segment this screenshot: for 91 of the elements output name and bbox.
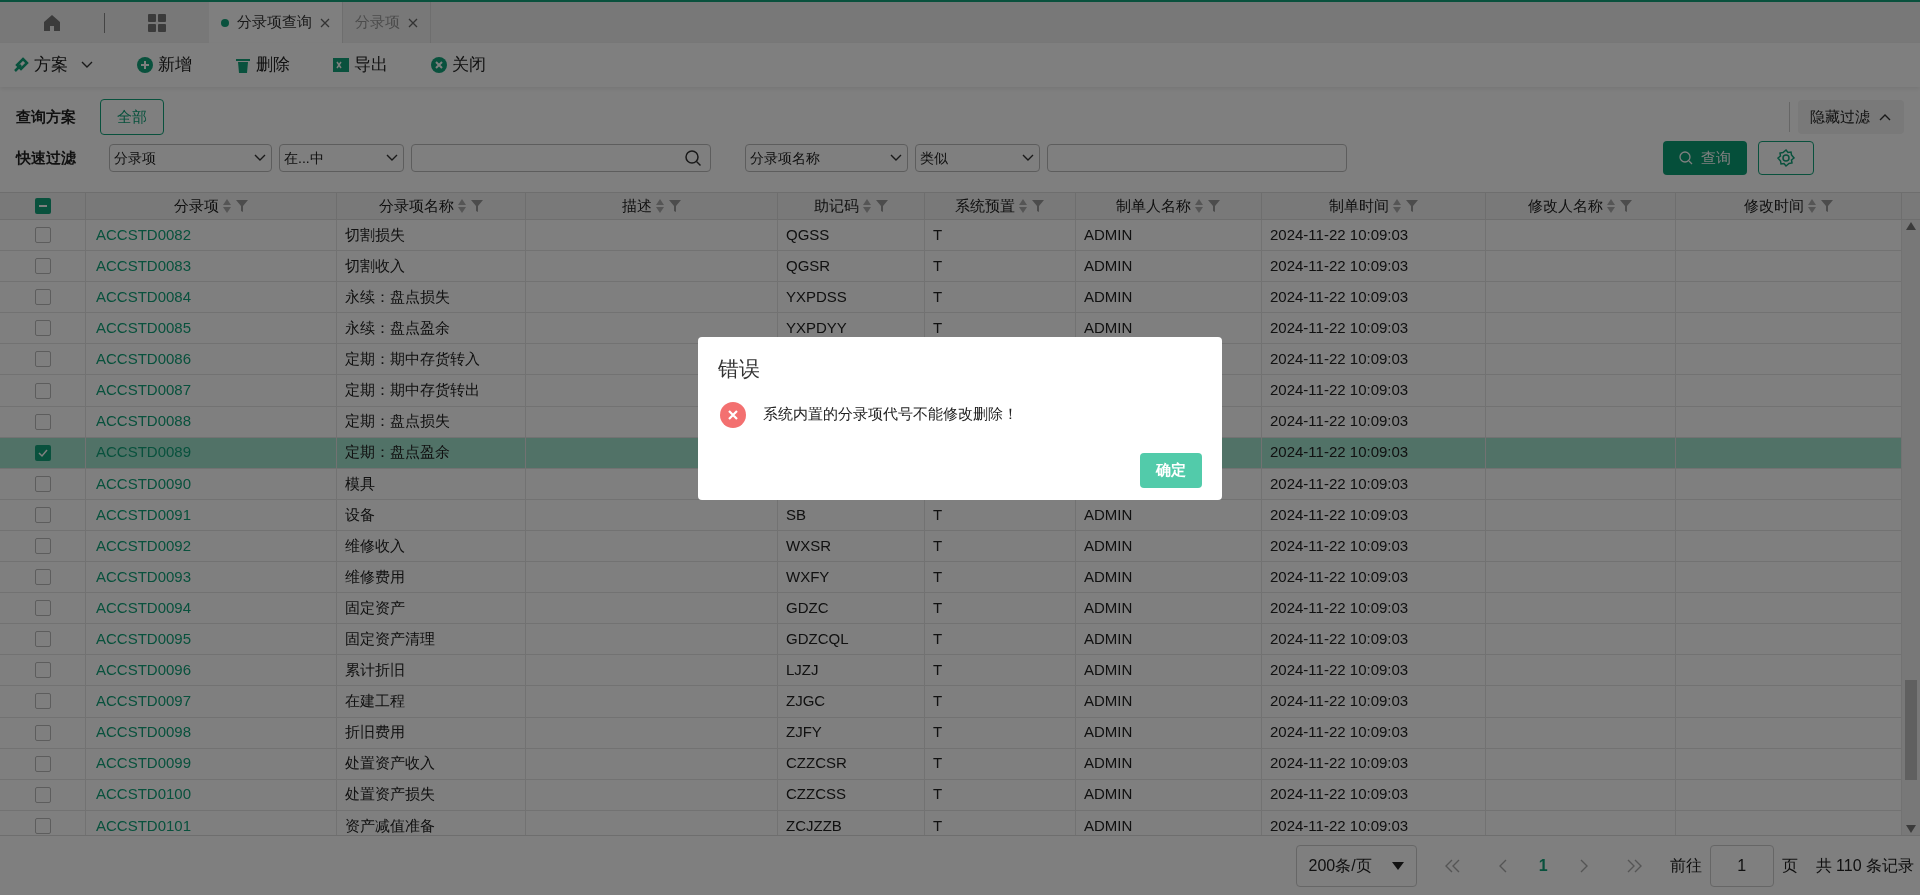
table-cell-text: 切割损失 bbox=[345, 224, 405, 245]
table-cell-text: 2024-11-22 10:09:03 bbox=[1270, 287, 1409, 307]
table-cell-text: CZZCSS bbox=[786, 784, 846, 805]
table-cell-text: 2024-11-22 10:09:03 bbox=[1270, 753, 1409, 774]
table-cell-text: 2024-11-22 10:09:03 bbox=[1270, 318, 1409, 339]
table-cell-text: T bbox=[933, 566, 943, 587]
table-cell-text: QGSR bbox=[786, 255, 831, 276]
table-cell-text: 2024-11-22 10:09:03 bbox=[1270, 722, 1409, 743]
table-cell-text: 处置资产收入 bbox=[345, 753, 435, 774]
table-cell-text: WXSR bbox=[786, 535, 831, 556]
table-cell-text: 定期：盘点盈余 bbox=[345, 442, 450, 463]
table-cell-text: YXPDSS bbox=[786, 287, 847, 307]
table-cell-text: ZCJZZB bbox=[786, 815, 842, 835]
table-cell-text: ADMIN bbox=[1084, 318, 1133, 339]
table-cell-text: 定期：期中存货转入 bbox=[345, 349, 480, 370]
table-cell-text: ZJGC bbox=[786, 691, 826, 712]
table-cell-text: ADMIN bbox=[1084, 255, 1133, 276]
table-cell-text: ADMIN bbox=[1084, 535, 1133, 556]
table-cell-text: CZZCSR bbox=[786, 753, 847, 774]
table-cell-text: ADMIN bbox=[1084, 815, 1133, 835]
table-cell-text: 2024-11-22 10:09:03 bbox=[1270, 224, 1409, 245]
table-cell-text: 2024-11-22 10:09:03 bbox=[1270, 473, 1409, 494]
table-cell-text: 设备 bbox=[345, 504, 375, 525]
table-cell-text: T bbox=[933, 784, 943, 805]
table-cell-text: SB bbox=[786, 504, 806, 525]
table-cell-text: GDZCQL bbox=[786, 629, 849, 649]
table-cell-text: 维修收入 bbox=[345, 535, 405, 556]
table-cell-text: T bbox=[933, 629, 943, 649]
table-cell-text: T bbox=[933, 318, 943, 339]
table-cell-text: ADMIN bbox=[1084, 784, 1133, 805]
table-cell-text: 2024-11-22 10:09:03 bbox=[1270, 660, 1409, 681]
table-cell-text: ADMIN bbox=[1084, 722, 1133, 743]
table-cell-text: 在建工程 bbox=[345, 691, 405, 712]
table-cell-text: 资产减值准备 bbox=[345, 815, 435, 835]
table-cell-text: ADMIN bbox=[1084, 224, 1133, 245]
table-cell-text: 2024-11-22 10:09:03 bbox=[1270, 349, 1409, 370]
table-cell-text: ADMIN bbox=[1084, 287, 1133, 307]
table-cell-text: T bbox=[933, 753, 943, 774]
field-label: 查询方案 bbox=[16, 106, 77, 127]
table-cell-text: QGSS bbox=[786, 224, 830, 245]
table-cell-text: T bbox=[933, 660, 943, 681]
table-cell-text: T bbox=[933, 504, 943, 525]
table-cell-text: 2024-11-22 10:09:03 bbox=[1270, 411, 1409, 432]
table-cell-text: 切割收入 bbox=[345, 255, 405, 276]
table-cell-text: 2024-11-22 10:09:03 bbox=[1270, 255, 1409, 276]
goto-label: 前往 bbox=[1669, 855, 1702, 876]
table-cell-text: 2024-11-22 10:09:03 bbox=[1270, 442, 1409, 463]
table-cell-text: 处置资产损失 bbox=[345, 784, 435, 805]
table-cell-text: ZJFY bbox=[786, 722, 822, 743]
table-cell-text: T bbox=[933, 224, 943, 245]
table-cell-text: 2024-11-22 10:09:03 bbox=[1270, 691, 1409, 712]
table-cell-text: 模具 bbox=[345, 473, 375, 494]
table-cell-text: T bbox=[933, 597, 943, 618]
table-cell-text: GDZC bbox=[786, 597, 829, 618]
table-cell-text: ADMIN bbox=[1084, 660, 1133, 681]
table-cell-text: 固定资产 bbox=[345, 597, 405, 618]
table-cell-text: T bbox=[933, 691, 943, 712]
table-cell-text: 2024-11-22 10:09:03 bbox=[1270, 535, 1409, 556]
table-cell-text: 定期：盘点损失 bbox=[345, 411, 450, 432]
table-cell-text: ADMIN bbox=[1084, 504, 1133, 525]
table-cell-text: 永续：盘点盈余 bbox=[345, 318, 450, 339]
table-cell-text: 定期：期中存货转出 bbox=[345, 380, 480, 401]
table-cell-text: 2024-11-22 10:09:03 bbox=[1270, 380, 1409, 401]
table-cell-text: ADMIN bbox=[1084, 566, 1133, 587]
table-cell-text: T bbox=[933, 722, 943, 743]
table-cell-text: 2024-11-22 10:09:03 bbox=[1270, 815, 1409, 835]
error-message: 系统内置的分录项代号不能修改删除！ bbox=[763, 404, 1018, 425]
page-unit: 页 bbox=[1781, 855, 1798, 876]
table-cell-text: T bbox=[933, 535, 943, 556]
table-cell-text: 2024-11-22 10:09:03 bbox=[1270, 504, 1409, 525]
table-cell-text: ADMIN bbox=[1084, 753, 1133, 774]
table-cell-text: 2024-11-22 10:09:03 bbox=[1270, 566, 1409, 587]
table-cell-text: T bbox=[933, 255, 943, 276]
table-cell-text: 2024-11-22 10:09:03 bbox=[1270, 629, 1409, 649]
table-cell-text: 累计折旧 bbox=[345, 660, 405, 681]
table-cell-text: LJZJ bbox=[786, 660, 819, 681]
table-cell-text: ADMIN bbox=[1084, 691, 1133, 712]
table-cell-text: WXFY bbox=[786, 566, 830, 587]
table-cell-text: 永续：盘点损失 bbox=[345, 287, 450, 307]
table-cell-text: 折旧费用 bbox=[345, 722, 405, 743]
table-cell-text: T bbox=[933, 815, 943, 835]
table-cell-text: 维修费用 bbox=[345, 566, 405, 587]
table-cell-text: T bbox=[933, 287, 943, 307]
table-cell-text: 固定资产清理 bbox=[345, 629, 435, 649]
table-cell-text: ADMIN bbox=[1084, 597, 1133, 618]
table-cell-text: 2024-11-22 10:09:03 bbox=[1270, 784, 1409, 805]
table-cell-text: ADMIN bbox=[1084, 629, 1133, 649]
table-cell-text: YXPDYY bbox=[786, 318, 847, 339]
field-label: 快速过滤 bbox=[16, 147, 77, 168]
table-cell-text: 2024-11-22 10:09:03 bbox=[1270, 597, 1409, 618]
total-count: 共 110 条记录 bbox=[1815, 855, 1914, 876]
